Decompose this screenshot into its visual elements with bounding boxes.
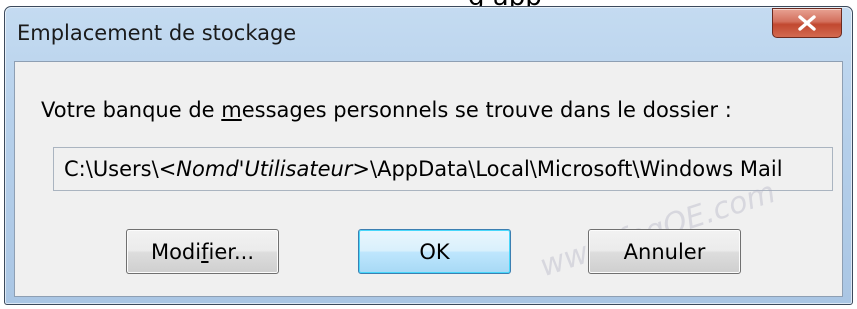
- cancel-button[interactable]: Annuler: [588, 229, 741, 274]
- path-user-token: <Nomd'Utilisateur>: [158, 157, 371, 181]
- dialog-body: Votre banque de messages personnels se t…: [14, 61, 843, 297]
- storage-prompt-label: Votre banque de messages personnels se t…: [41, 98, 732, 122]
- path-prefix: C:\Users\: [64, 157, 159, 181]
- prompt-text-end: essages personnels se trouve dans le dos…: [241, 98, 732, 122]
- path-suffix: \AppData\Local\Microsoft\Windows Mail: [370, 157, 783, 181]
- storage-path-field[interactable]: C:\Users\ <Nomd'Utilisateur> \AppData\Loca…: [53, 147, 833, 191]
- window-title: Emplacement de stockage: [17, 21, 297, 45]
- ok-label: OK: [419, 239, 450, 264]
- ok-button[interactable]: OK: [358, 229, 511, 274]
- modify-button[interactable]: Modi f ier...: [126, 229, 279, 274]
- prompt-text-start: Votre banque de: [41, 98, 222, 122]
- modify-label-start: Modi: [150, 239, 202, 264]
- modify-label-end: ier...: [208, 239, 255, 264]
- close-icon: [773, 9, 841, 37]
- modify-mnemonic: f: [201, 239, 209, 264]
- close-button[interactable]: [772, 8, 842, 38]
- dialog-window: Emplacement de stockage Votre banque de …: [4, 6, 853, 305]
- cancel-label: Annuler: [623, 239, 706, 264]
- prompt-mnemonic: m: [221, 98, 242, 122]
- title-bar[interactable]: Emplacement de stockage: [5, 7, 852, 61]
